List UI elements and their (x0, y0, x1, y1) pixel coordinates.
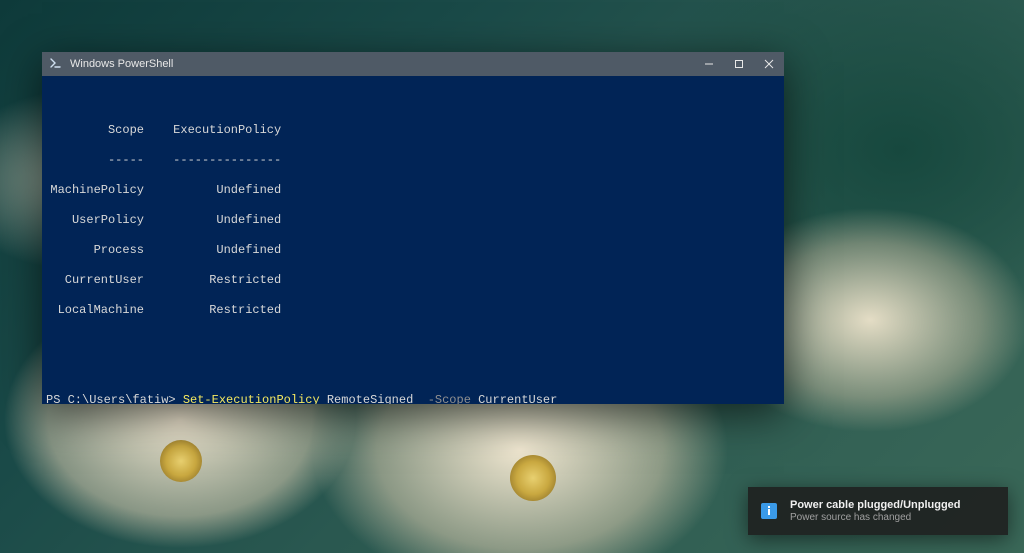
divider: ----- (46, 153, 144, 168)
table-row: UserPolicy Undefined (46, 213, 780, 228)
minimize-button[interactable] (694, 52, 724, 76)
table-row: MachinePolicy Undefined (46, 183, 780, 198)
toast-title: Power cable plugged/Unplugged (790, 499, 961, 512)
maximize-button[interactable] (724, 52, 754, 76)
table-row: Process Undefined (46, 243, 780, 258)
col-header-scope: Scope (46, 123, 144, 138)
info-icon (758, 500, 780, 522)
table-row: LocalMachine Restricted (46, 303, 780, 318)
toast-body: Power cable plugged/Unplugged Power sour… (790, 499, 961, 523)
command-line-1: PS C:\Users\fatiw> Set-ExecutionPolicy R… (46, 393, 780, 404)
col-header-policy: ExecutionPolicy (151, 123, 281, 138)
terminal-output[interactable]: Scope ExecutionPolicy ----- ------------… (42, 76, 784, 404)
table-row: CurrentUser Restricted (46, 273, 780, 288)
close-button[interactable] (754, 52, 784, 76)
titlebar[interactable]: Windows PowerShell (42, 52, 784, 76)
toast-notification[interactable]: Power cable plugged/Unplugged Power sour… (748, 487, 1008, 535)
toast-subtitle: Power source has changed (790, 512, 961, 524)
powershell-window: Windows PowerShell Scope ExecutionPolicy… (42, 52, 784, 404)
window-title: Windows PowerShell (70, 58, 173, 70)
powershell-icon (48, 56, 64, 72)
